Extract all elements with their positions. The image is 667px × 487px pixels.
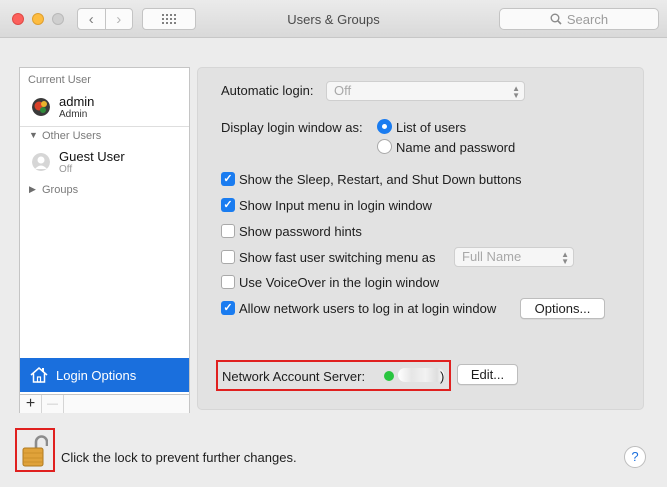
checkbox-network-users-label[interactable]: Allow network users to log in at login w… [239, 301, 496, 316]
checkbox-show-sleep-restart[interactable]: ✓ [221, 172, 235, 186]
checkbox-network-users[interactable]: ✓ [221, 301, 235, 315]
display-login-label: Display login window as: [221, 120, 363, 135]
title-bar: ‹ › Users & Groups Search [0, 0, 667, 38]
checkbox-password-hints[interactable] [221, 224, 235, 238]
lock-button[interactable] [22, 434, 49, 471]
user-row-admin[interactable]: admin Admin [28, 94, 188, 124]
checkbox-show-sleep-restart-label[interactable]: Show the Sleep, Restart, and Shut Down b… [239, 172, 522, 187]
updown-arrows-icon: ▲ ▼ [512, 84, 520, 100]
other-users-header: Other Users [42, 130, 102, 142]
disclosure-open-icon[interactable]: ▼ [29, 130, 38, 140]
users-sidebar: Current User admin Admin ▼ Other Users G… [19, 67, 190, 413]
status-dot [384, 371, 394, 381]
edit-server-button[interactable]: Edit... [457, 364, 518, 385]
redacted-server-name [398, 368, 444, 382]
fast-switch-popup[interactable]: Full Name ▲ ▼ [454, 247, 574, 267]
user-name: admin [59, 94, 95, 109]
unlocked-padlock-icon [22, 435, 49, 467]
question-icon: ? [631, 449, 639, 464]
radio-name-and-password[interactable] [377, 139, 392, 154]
checkbox-password-hints-label[interactable]: Show password hints [239, 224, 362, 239]
checkbox-input-menu[interactable]: ✓ [221, 198, 235, 212]
user-name: Guest User [59, 149, 125, 164]
guest-avatar [32, 153, 50, 171]
updown-arrows-icon: ▲ ▼ [561, 250, 569, 266]
groups-header: Groups [42, 184, 79, 196]
checkbox-voiceover[interactable] [221, 275, 235, 289]
radio-list-of-users-label[interactable]: List of users [396, 120, 466, 135]
divider [20, 126, 189, 127]
current-user-header: Current User [28, 74, 91, 86]
sidebar-footer: + — [20, 394, 189, 413]
sidebar-item-login-options[interactable]: Login Options [20, 358, 189, 392]
radio-name-and-password-label[interactable]: Name and password [396, 140, 515, 155]
minus-icon: — [47, 398, 58, 410]
search-icon [550, 13, 562, 25]
checkbox-voiceover-label[interactable]: Use VoiceOver in the login window [239, 275, 439, 290]
checkbox-fast-user-switching[interactable] [221, 250, 235, 264]
fast-switch-value: Full Name [462, 249, 522, 264]
search-placeholder: Search [566, 11, 609, 27]
network-server-label: Network Account Server: [222, 369, 366, 384]
user-role: Admin [59, 109, 88, 120]
radio-list-of-users[interactable] [377, 119, 392, 134]
help-button[interactable]: ? [624, 446, 646, 468]
user-status: Off [59, 164, 73, 175]
automatic-login-label: Automatic login: [221, 83, 314, 98]
checkbox-fast-user-switching-label[interactable]: Show fast user switching menu as [239, 250, 436, 265]
add-user-button[interactable]: + [20, 395, 42, 413]
plus-icon: + [25, 395, 36, 412]
automatic-login-value: Off [334, 83, 352, 98]
server-name-trailing: ) [440, 369, 445, 384]
search-field[interactable]: Search [499, 8, 659, 30]
house-icon [30, 367, 48, 383]
remove-user-button[interactable]: — [42, 395, 64, 413]
user-row-guest[interactable]: Guest User Off [28, 149, 188, 179]
options-button[interactable]: Options... [520, 298, 605, 319]
automatic-login-popup[interactable]: Off ▲ ▼ [326, 81, 525, 101]
checkbox-input-menu-label[interactable]: Show Input menu in login window [239, 198, 432, 213]
lock-message: Click the lock to prevent further change… [61, 450, 297, 465]
avatar [32, 98, 50, 116]
disclosure-closed-icon[interactable]: ▶ [29, 184, 36, 195]
login-options-label: Login Options [56, 367, 137, 383]
